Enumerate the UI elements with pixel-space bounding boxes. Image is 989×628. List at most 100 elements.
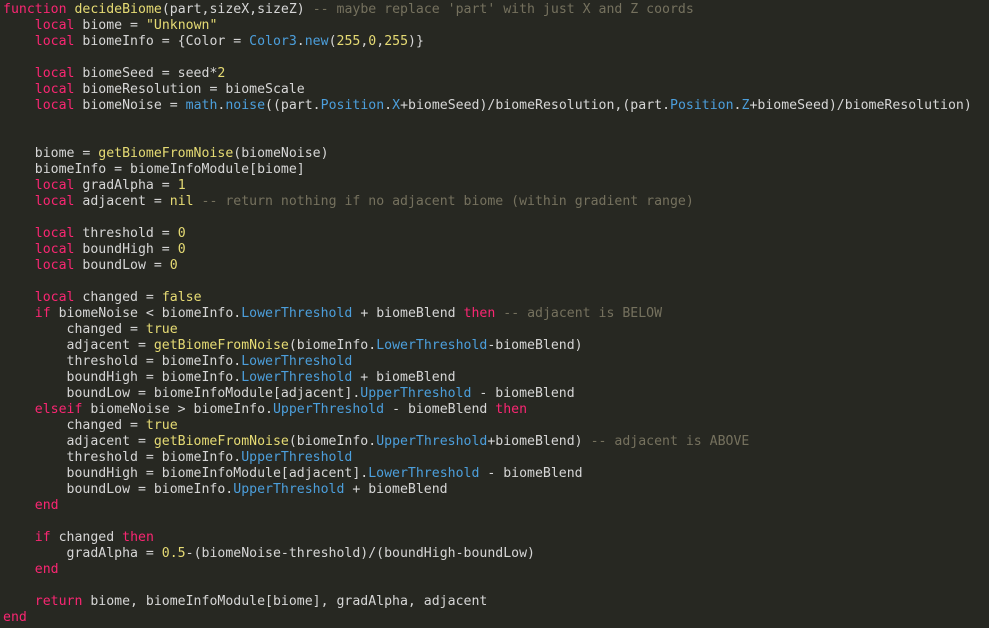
code-text-token: . [384,98,393,113]
code-line: local biomeSeed = seed*2 [3,66,989,82]
property-token: Color3 [249,34,297,49]
code-text-token: boundLow = biomeInfo. [3,482,234,497]
code-line: boundLow = biomeInfoModule[adjacent].Upp… [3,386,989,402]
code-text-token: -(biomeNoise-threshold)/(boundHigh-bound… [185,546,535,561]
keyword-token: return [34,594,83,609]
code-text-token: boundLow = [74,258,170,273]
number-token: 1 [177,178,186,193]
code-text-token: + biomeBlend [352,370,456,385]
code-line: local adjacent = nil -- return nothing i… [3,194,989,210]
keyword-token: local [34,194,75,209]
code-editor[interactable]: function decideBiome(part,sizeX,sizeZ) -… [0,0,989,628]
property-token: Position [320,98,385,113]
keyword-token: then [495,402,528,417]
function-name-token: getBiomeFromNoise [153,434,289,449]
function-name-token: decideBiome [74,2,162,17]
code-text-token: biomeNoise < biomeInfo. [50,306,242,321]
literal-token: nil [169,194,194,209]
property-token: LowerThreshold [368,466,480,481]
comment-token: -- adjacent is ABOVE [590,434,750,449]
code-line: if biomeNoise < biomeInfo.LowerThreshold… [3,306,989,322]
code-text-token: changed = [3,418,146,433]
property-token: LowerThreshold [241,370,353,385]
number-token: 0 [177,242,186,257]
number-token: 2 [217,66,226,81]
code-line: local biomeInfo = {Color = Color3.new(25… [3,34,989,50]
comment-token: -- adjacent is BELOW [503,306,663,321]
code-text-token: - biomeBlend [471,386,575,401]
keyword-token: then [463,306,496,321]
code-line: threshold = biomeInfo.LowerThreshold [3,354,989,370]
code-line: end [3,610,989,626]
code-text-token: boundHigh = biomeInfo. [3,370,242,385]
code-text-token: . [296,34,305,49]
code-line: threshold = biomeInfo.UpperThreshold [3,450,989,466]
property-token: UpperThreshold [272,402,385,417]
property-token: LowerThreshold [241,354,353,369]
code-text-token: +biomeBlend) [487,434,591,449]
code-text-token: +biomeSeed)/biomeResolution) [749,98,972,113]
property-token: UpperThreshold [376,434,488,449]
code-line: local biomeNoise = math.noise((part.Posi… [3,98,989,114]
code-text-token: - biomeBlend [384,402,496,417]
keyword-token: then [122,530,154,545]
keyword-token: function [3,2,67,17]
number-token: 0 [169,258,178,273]
property-token: new [304,34,329,49]
property-token: LowerThreshold [376,338,488,353]
code-text-token: adjacent = [74,194,170,209]
keyword-token: end [3,610,27,625]
keyword-token: local [34,34,75,49]
keyword-token: local [34,98,75,113]
keyword-token: local [34,290,75,305]
property-token: LowerThreshold [241,306,353,321]
keyword-token: local [34,66,75,81]
code-text-token: threshold = biomeInfo. [3,450,242,465]
code-text-token: gradAlpha = [74,178,178,193]
code-text-token: + biomeBlend [352,306,464,321]
function-name-token: getBiomeFromNoise [98,146,234,161]
property-token: UpperThreshold [241,450,353,465]
literal-token: true [145,322,178,337]
comment-token: -- maybe replace 'part' with just X and … [312,2,694,17]
keyword-token: local [34,242,75,257]
code-line: local biomeResolution = biomeScale [3,82,989,98]
code-text-token: (biomeInfo. [288,434,377,449]
keyword-token: local [34,258,75,273]
code-text-token: . [733,98,742,113]
code-text-token: changed [50,530,123,545]
code-text-token: boundHigh = [74,242,178,257]
code-text-token: biomeSeed = seed* [74,66,218,81]
keyword-token: local [34,18,75,33]
code-text-token: (part,sizeX,sizeZ) [161,2,313,17]
code-line: boundHigh = biomeInfoModule[adjacent].Lo… [3,466,989,482]
number-token: 0.5 [161,546,186,561]
code-text-token: (biomeInfo. [288,338,377,353]
code-text-token: biomeInfo = {Color = [74,34,250,49]
code-text-token: -biomeBlend) [487,338,583,353]
code-line: biome = getBiomeFromNoise(biomeNoise) [3,146,989,162]
code-line: changed = true [3,418,989,434]
code-line: local threshold = 0 [3,226,989,242]
code-text-token: gradAlpha = [3,546,162,561]
number-token: 255 [336,34,361,49]
